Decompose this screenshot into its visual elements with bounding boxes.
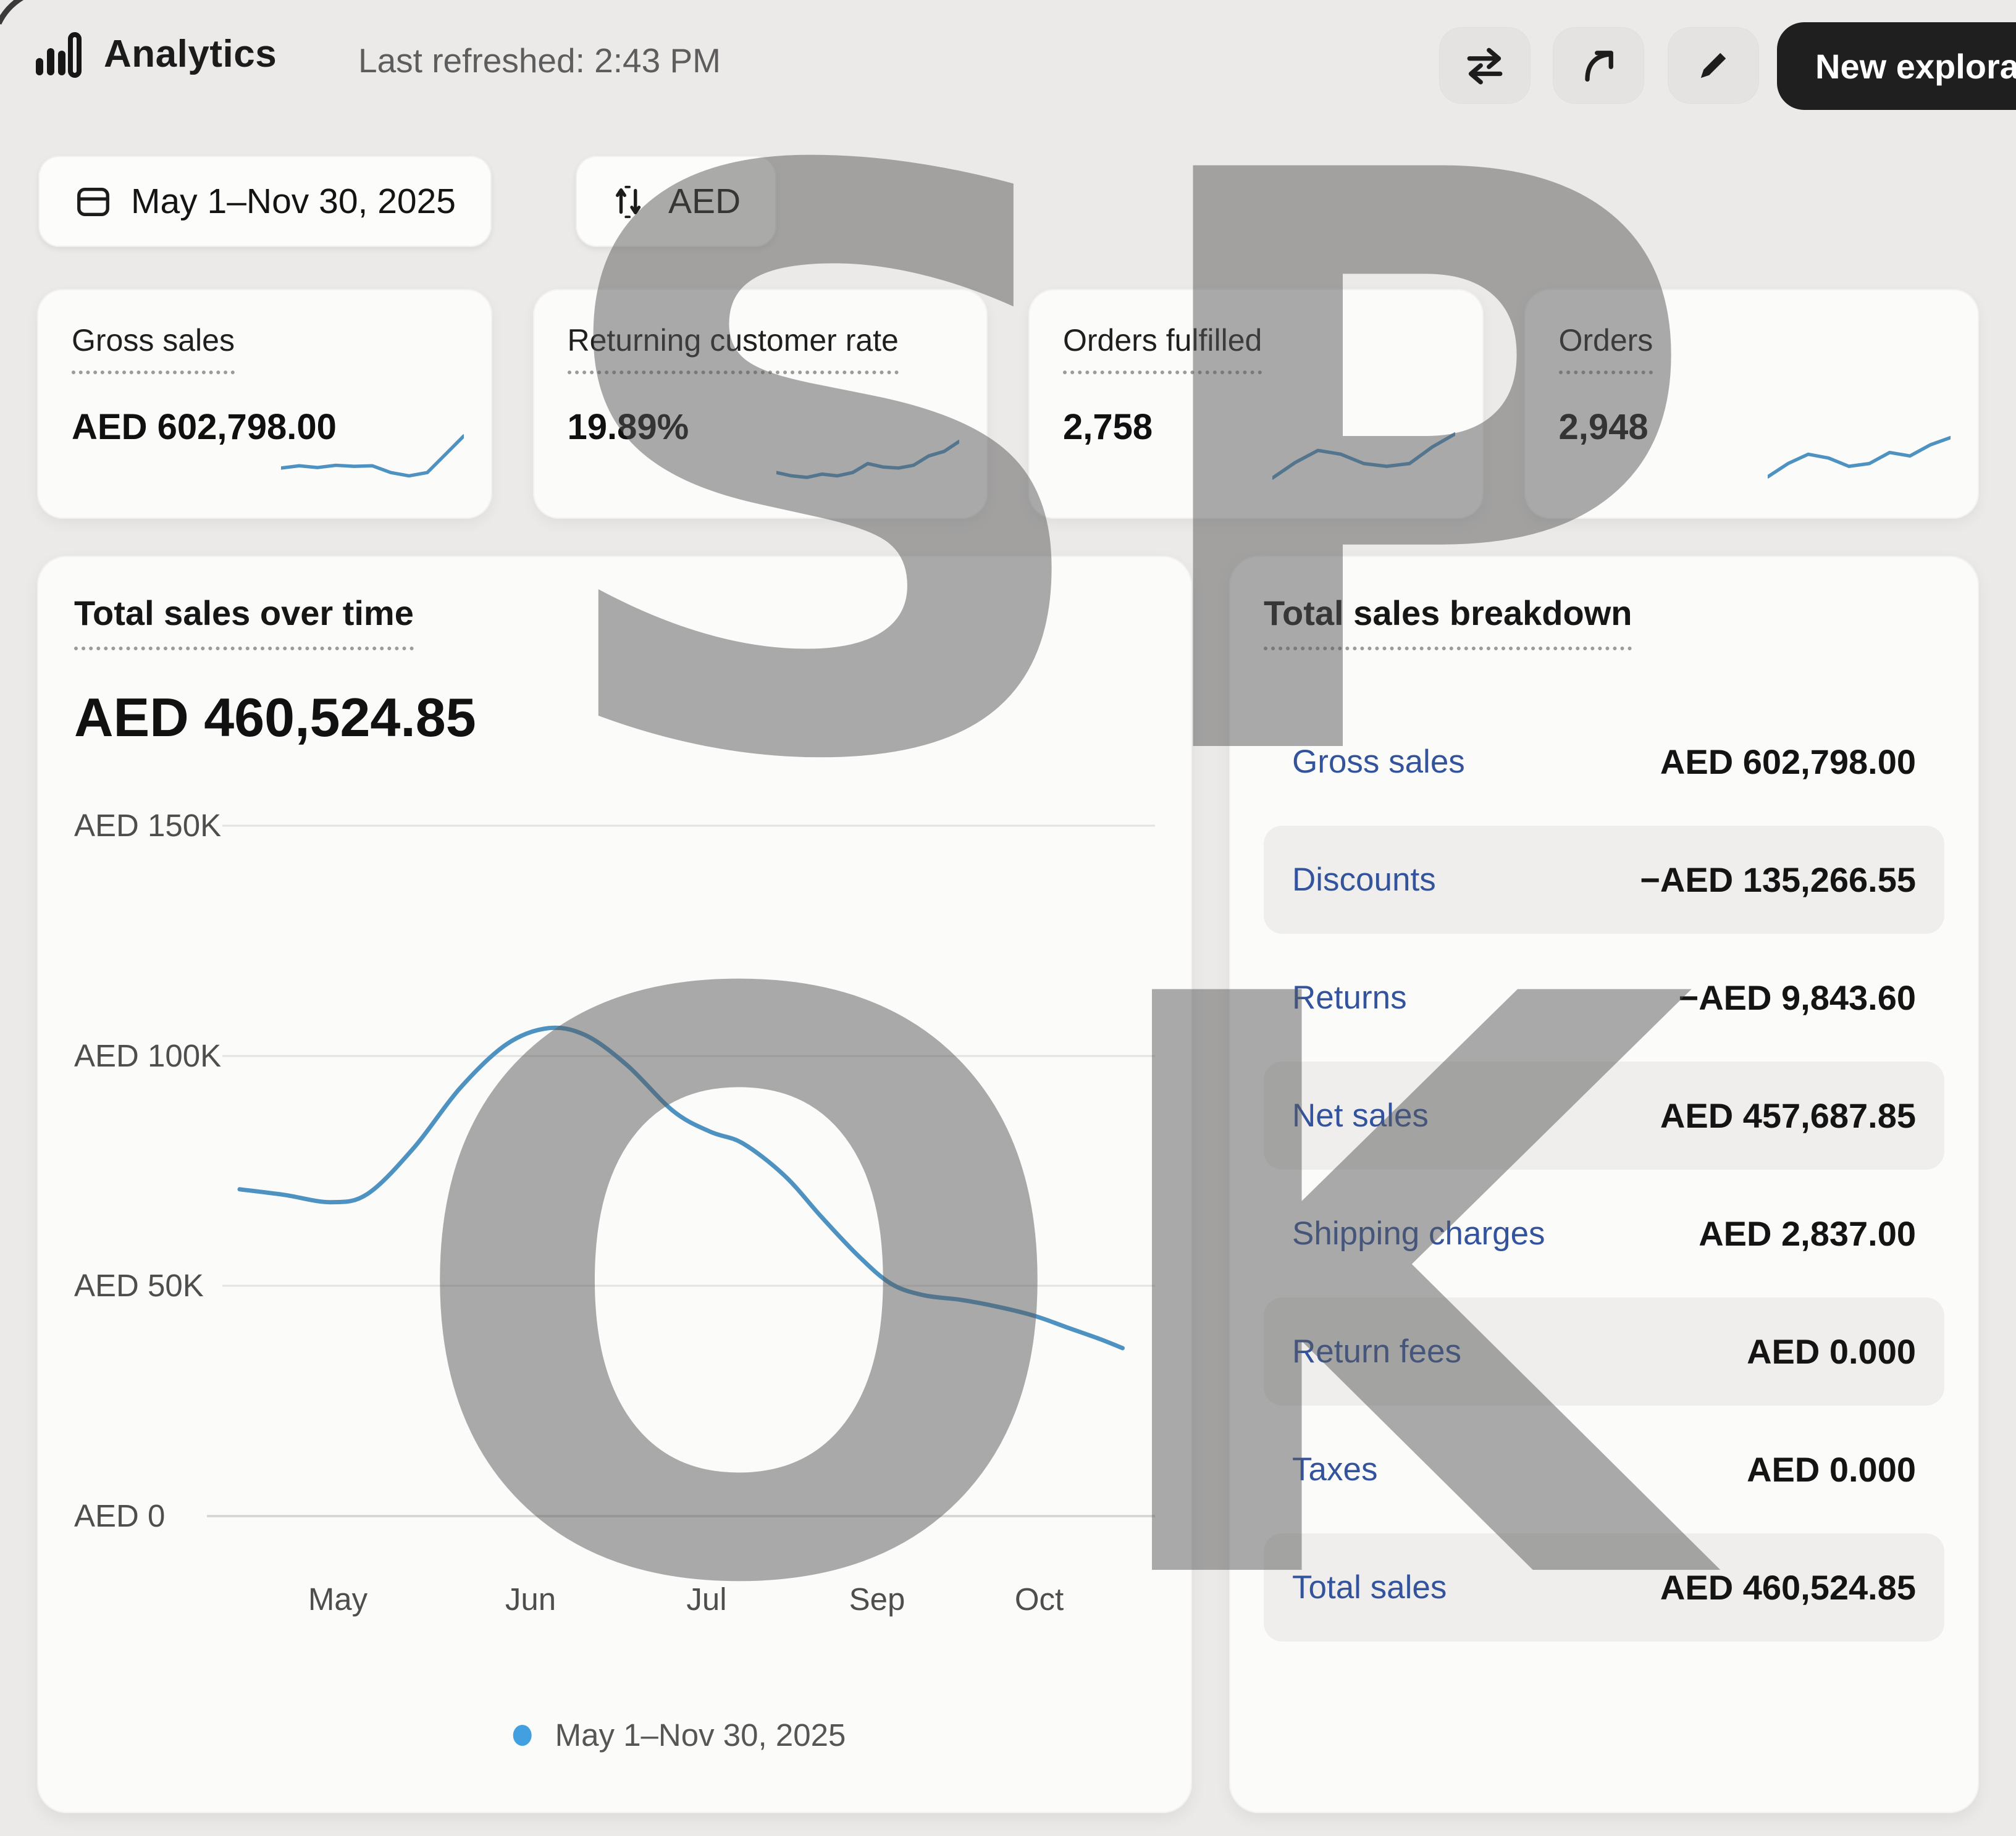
- breakdown-row-discounts: Discounts −AED 135,266.55: [1264, 826, 1944, 934]
- edit-button[interactable]: [1668, 27, 1759, 104]
- total-sales-chart-card: Total sales over time AED 460,524.85 AED…: [37, 556, 1192, 1813]
- chart-plot: [74, 798, 1155, 1527]
- calendar-icon: [74, 182, 112, 220]
- y-axis-tick: AED 100K: [74, 1034, 222, 1078]
- edit-pencil-icon: [1691, 43, 1736, 88]
- row-value: AED 0.000: [1747, 1331, 1916, 1372]
- page-title: Analytics: [104, 32, 277, 76]
- last-refreshed-text: Last refreshed: 2:43 PM: [358, 41, 721, 80]
- chart-title-link[interactable]: Total sales over time: [74, 593, 414, 650]
- row-value: AED 2,837.00: [1699, 1214, 1916, 1254]
- metric-card-gross-sales[interactable]: Gross sales AED 602,798.00: [37, 289, 492, 519]
- breakdown-row-returns: Returns −AED 9,843.60: [1264, 944, 1944, 1052]
- metric-card-orders-fulfilled[interactable]: Orders fulfilled 2,758: [1028, 289, 1484, 519]
- y-axis-tick: AED 0: [74, 1494, 222, 1538]
- date-range-value: May 1–Nov 30, 2025: [131, 181, 456, 222]
- sparkline-chart: [776, 422, 959, 492]
- open-in-new-icon: [1576, 43, 1621, 88]
- metric-label[interactable]: Gross sales: [72, 322, 235, 374]
- row-label-link[interactable]: Taxes: [1292, 1451, 1377, 1488]
- metric-cards-row: Gross sales AED 602,798.00 Returning cus…: [37, 289, 1979, 519]
- swap-icon: [1463, 43, 1507, 88]
- swap-view-button[interactable]: [1439, 27, 1531, 104]
- x-axis-tick: Jun: [505, 1581, 556, 1617]
- row-label-link[interactable]: Returns: [1292, 979, 1407, 1017]
- breakdown-row-shipping-charges: Shipping charges AED 2,837.00: [1264, 1180, 1944, 1288]
- header: Analytics Last refreshed: 2:43 PM New ex…: [0, 0, 2016, 136]
- metric-label[interactable]: Returning customer rate: [568, 322, 899, 374]
- row-value: −AED 9,843.60: [1679, 978, 1916, 1018]
- x-axis-tick: Jul: [686, 1581, 726, 1617]
- sparkline-chart: [1768, 422, 1951, 492]
- corner-mark: [0, 0, 35, 33]
- breakdown-row-return-fees: Return fees AED 0.000: [1264, 1297, 1944, 1406]
- row-value: −AED 135,266.55: [1640, 860, 1916, 900]
- row-label-link[interactable]: Net sales: [1292, 1097, 1429, 1134]
- legend-label: May 1–Nov 30, 2025: [555, 1717, 846, 1753]
- row-value: AED 0.000: [1747, 1449, 1916, 1490]
- y-axis-tick: AED 150K: [74, 803, 222, 848]
- breakdown-row-net-sales: Net sales AED 457,687.85: [1264, 1062, 1944, 1170]
- y-axis-tick: AED 50K: [74, 1264, 222, 1308]
- chart-total-value: AED 460,524.85: [74, 686, 1155, 749]
- open-in-new-button[interactable]: [1553, 27, 1644, 104]
- row-label-link[interactable]: Gross sales: [1292, 743, 1465, 781]
- metric-label[interactable]: Orders fulfilled: [1063, 322, 1262, 374]
- breakdown-row-gross-sales: Gross sales AED 602,798.00: [1264, 708, 1944, 816]
- row-value: AED 457,687.85: [1660, 1096, 1916, 1136]
- metric-label[interactable]: Orders: [1559, 322, 1653, 374]
- new-exploration-button[interactable]: New exploration: [1777, 22, 2016, 110]
- x-axis-tick: Oct: [1015, 1581, 1064, 1617]
- metric-card-orders[interactable]: Orders 2,948: [1524, 289, 1980, 519]
- x-axis-tick: May: [308, 1581, 368, 1617]
- breakdown-row-taxes: Taxes AED 0.000: [1264, 1415, 1944, 1524]
- row-label-link[interactable]: Shipping charges: [1292, 1215, 1545, 1252]
- legend-dot: [513, 1725, 532, 1746]
- analytics-bar-chart-icon: [35, 30, 83, 78]
- date-range-picker[interactable]: May 1–Nov 30, 2025: [38, 156, 492, 247]
- x-axis-tick: Sep: [849, 1581, 905, 1617]
- row-value: AED 602,798.00: [1660, 742, 1916, 782]
- dollar-convert-icon: [611, 182, 650, 220]
- sparkline-chart: [1272, 422, 1455, 492]
- currency-selector[interactable]: AED: [576, 156, 776, 247]
- breakdown-title[interactable]: Total sales breakdown: [1264, 593, 1632, 650]
- row-label-link[interactable]: Total sales: [1292, 1569, 1447, 1606]
- new-exploration-label: New exploration: [1815, 46, 2016, 86]
- total-sales-breakdown-card: Total sales breakdown Gross sales AED 60…: [1229, 556, 1979, 1813]
- breakdown-rows: Gross sales AED 602,798.00 Discounts −AE…: [1264, 708, 1944, 1641]
- line-chart: AED 150K AED 100K AED 50K AED 0 May Jun …: [74, 798, 1155, 1798]
- sparkline-chart: [281, 422, 464, 492]
- row-label-link[interactable]: Discounts: [1292, 861, 1436, 899]
- row-value: AED 460,524.85: [1660, 1567, 1916, 1608]
- legend-item[interactable]: May 1–Nov 30, 2025: [513, 1717, 846, 1753]
- breakdown-row-total-sales: Total sales AED 460,524.85: [1264, 1533, 1944, 1641]
- metric-card-returning-customer-rate[interactable]: Returning customer rate 19.89%: [533, 289, 988, 519]
- row-label-link[interactable]: Return fees: [1292, 1333, 1461, 1370]
- currency-value: AED: [668, 181, 741, 222]
- brand: Analytics: [35, 30, 277, 78]
